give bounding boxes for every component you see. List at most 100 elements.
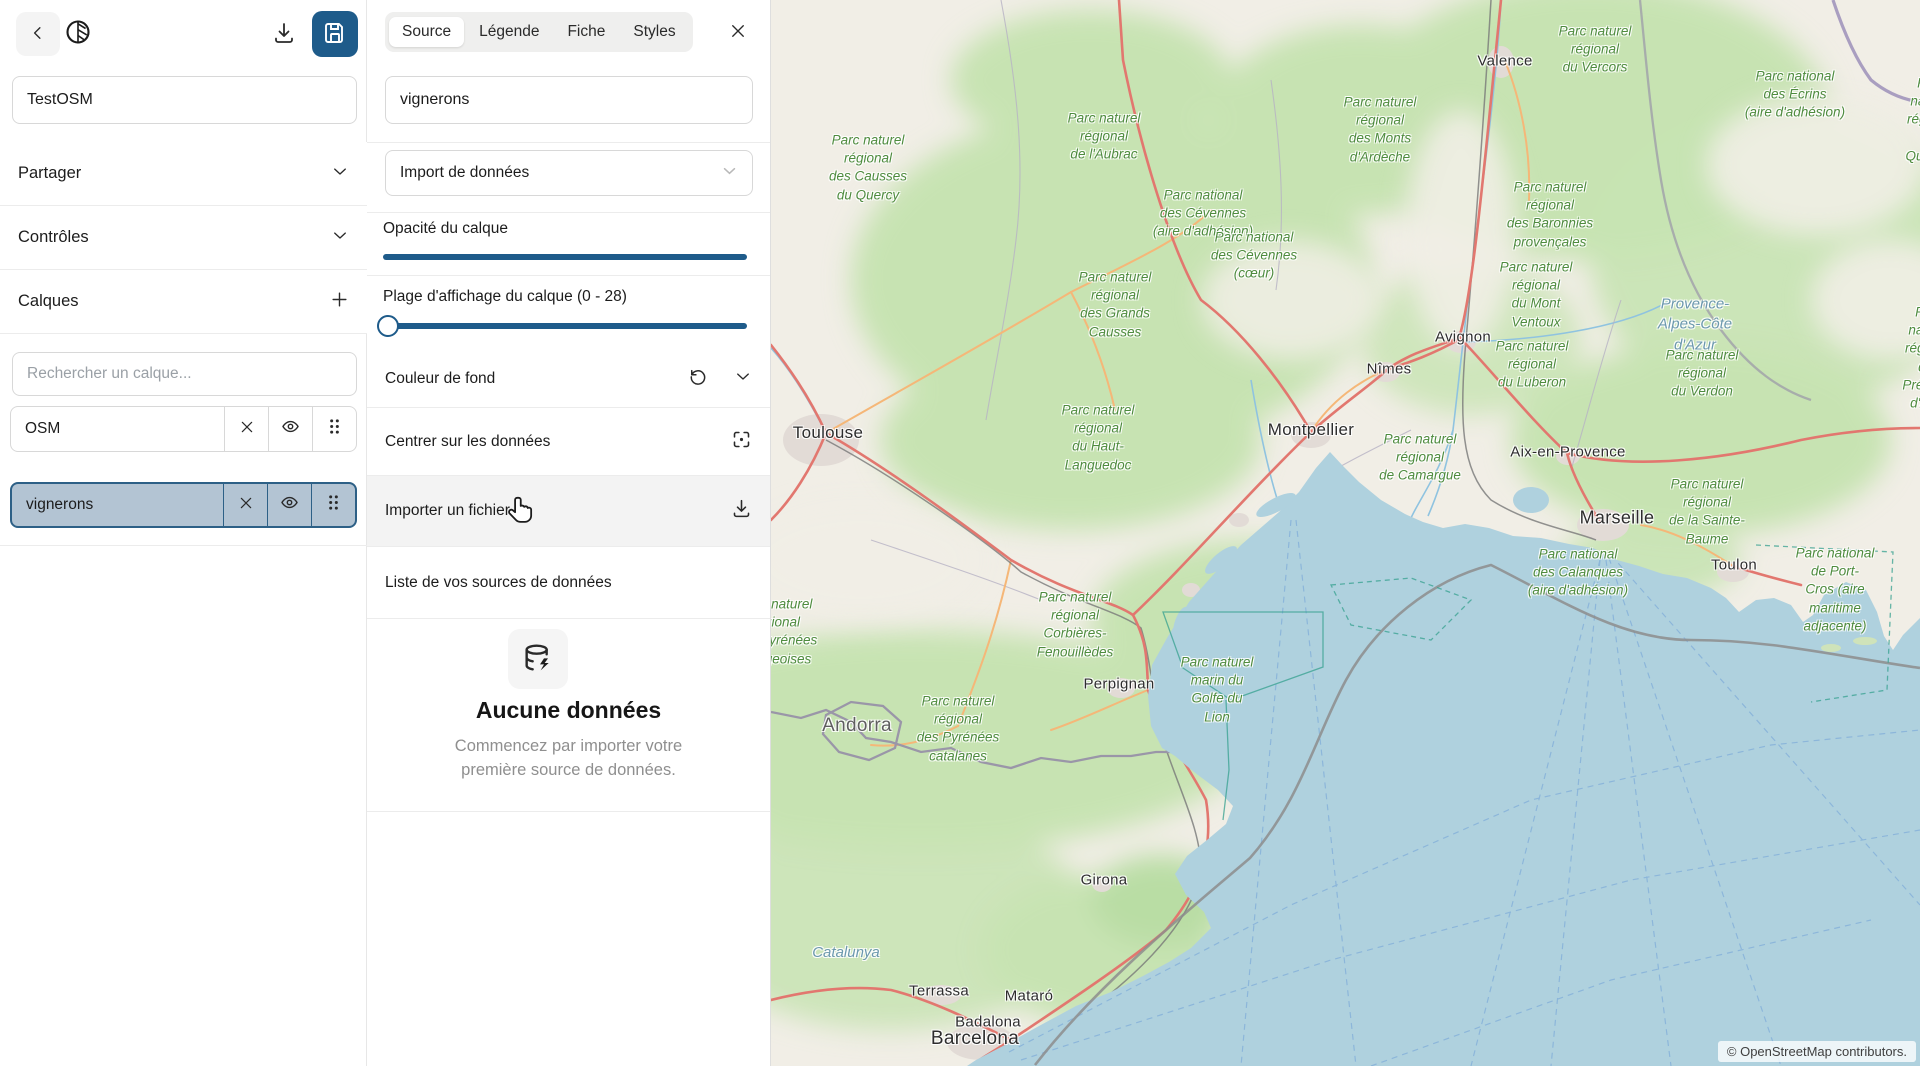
download-icon	[731, 498, 752, 524]
layer-name: OSM	[11, 407, 224, 451]
center-on-data-row[interactable]: Centrer sur les données	[367, 408, 770, 476]
import-file-row[interactable]: Importer un fichier	[367, 476, 770, 547]
divider	[0, 545, 367, 546]
tab-source[interactable]: Source	[389, 17, 464, 47]
park-label-parc-naturel-r-gional-de-camargue: Parc naturel régional de Camargue	[1379, 431, 1461, 486]
eye-icon	[281, 417, 300, 441]
park-label-parc-naturel-r-gional-des-pyr-n-es-ari-geoises: Parc naturel régional des Pyrénées Ariég…	[771, 596, 817, 669]
save-button[interactable]	[312, 11, 358, 57]
park-label-parc-naturel-r-gional-des-pr-alpes-d-azur: Parc naturel régional des Préalpes d'Azu…	[1902, 303, 1920, 412]
back-button[interactable]	[16, 12, 60, 56]
zoom-range-slider-label: Plage d'affichage du calque (0 - 28)	[383, 288, 627, 306]
toggle-visibility-button[interactable]	[267, 484, 311, 526]
tab-styles[interactable]: Styles	[620, 17, 688, 47]
park-label-parc-naturel-r-gional-des-pyr-n-es-catalanes: Parc naturel régional des Pyrénées catal…	[917, 693, 1000, 766]
park-label-parc-naturel-r-gional-du-mont-ventoux: Parc naturel régional du Mont Ventoux	[1500, 259, 1573, 332]
close-icon	[729, 22, 747, 43]
map-labels-layer: Valence Toulouse Montpellier Nîmes Avignon Ai…	[771, 0, 1920, 1066]
empty-state-subtitle: Commencez par importer votre première so…	[367, 735, 770, 783]
sidebar-item-calques[interactable]: Calques	[0, 270, 367, 334]
chevron-down-icon	[331, 226, 349, 249]
park-label-parc-naturel-r-gional-des-monts-d-ard-che: Parc naturel régional des Monts d'Ardèch…	[1344, 94, 1417, 167]
city-label-marseille: Marseille	[1580, 508, 1655, 529]
center-on-data-label: Centrer sur les données	[385, 433, 731, 451]
tab-legende[interactable]: Légende	[466, 17, 552, 47]
close-icon	[238, 495, 254, 516]
drag-handle[interactable]	[312, 407, 356, 451]
layer-row-osm[interactable]: OSM	[10, 406, 357, 452]
zoom-range-slider-track[interactable]	[383, 323, 747, 329]
source-type-select[interactable]: Import de données	[385, 150, 753, 196]
park-label-parc-naturel-marin-du-golfe-du-lion: Parc naturel marin du Golfe du Lion	[1181, 654, 1254, 727]
contrast-theme-icon[interactable]	[64, 18, 96, 50]
park-label-parc-naturel-r-gional-des-grands-causses: Parc naturel régional des Grands Causses	[1079, 269, 1152, 342]
divider	[367, 212, 770, 213]
park-label-parc-national-des-calanques-aire-d-adh-sion-: Parc national des Calanques (aire d'adhé…	[1528, 546, 1628, 601]
reset-icon[interactable]	[688, 366, 708, 391]
data-sources-list-row[interactable]: Liste de vos sources de données	[367, 547, 770, 619]
layer-settings-panel: Source Légende Fiche Styles Import de do…	[367, 0, 771, 1066]
toggle-visibility-button[interactable]	[268, 407, 312, 451]
city-label-avignon: Avignon	[1435, 329, 1491, 346]
background-color-row[interactable]: Couleur de fond	[367, 350, 770, 408]
layer-name: vignerons	[12, 484, 223, 526]
eye-icon	[280, 493, 299, 517]
park-label-parc-naturel-r-gional-de-la-sainte-baume: Parc naturel régional de la Sainte- Baum…	[1669, 476, 1745, 549]
empty-state-title: Aucune données	[367, 697, 770, 724]
divider	[367, 275, 770, 276]
park-label-parc-naturel-r-gional-corbi-res-fenouill-des: Parc naturel régional Corbières- Fenouil…	[1037, 589, 1114, 662]
city-label-toulouse: Toulouse	[793, 423, 863, 443]
city-label-toulon: Toulon	[1711, 557, 1757, 574]
mouse-cursor-hand-icon	[505, 495, 537, 531]
map-editor-app: Partager Contrôles Calques OSM	[0, 0, 1920, 1066]
chevron-down-icon[interactable]	[734, 367, 752, 390]
city-label-matar-: Mataró	[1005, 988, 1054, 1005]
park-label-parc-naturel-r-gional-du-haut-languedoc: Parc naturel régional du Haut- Languedoc	[1062, 402, 1135, 475]
opacity-slider-label: Opacité du calque	[383, 220, 508, 238]
drag-handle[interactable]	[311, 484, 355, 526]
tab-fiche[interactable]: Fiche	[554, 17, 618, 47]
section-label: Contrôles	[18, 228, 89, 247]
opacity-slider-track[interactable]	[383, 254, 747, 260]
park-label-parc-naturel-r-gional-des-baronnies-proven-ales: Parc naturel régional des Baronnies prov…	[1507, 179, 1593, 252]
map-attribution: © OpenStreetMap contributors.	[1718, 1041, 1916, 1062]
region-label-catalunya: Catalunya	[812, 943, 880, 963]
plus-icon[interactable]	[330, 290, 349, 314]
section-label: Calques	[18, 292, 79, 311]
city-label-girona: Girona	[1081, 872, 1128, 889]
city-label-montpellier: Montpellier	[1268, 420, 1354, 440]
chevron-down-icon	[331, 162, 349, 185]
park-label-parc-naturel-r-gional-du-vercors: Parc naturel régional du Vercors	[1559, 23, 1632, 78]
section-label: Partager	[18, 164, 81, 183]
grip-dots-icon	[327, 418, 342, 440]
selected-option: Import de données	[400, 164, 721, 182]
city-label-valence: Valence	[1477, 53, 1532, 70]
park-label-parc-national-des-c-vennes-c-ur-: Parc national des Cévennes (cœur)	[1211, 229, 1297, 284]
city-label-n-mes: Nîmes	[1367, 361, 1412, 378]
map-canvas[interactable]: Valence Toulouse Montpellier Nîmes Avignon Ai…	[771, 0, 1920, 1066]
park-label-parc-naturel-r-gional-du-queyras: Parc naturel régional du Queyras	[1905, 74, 1920, 165]
close-panel-button[interactable]	[722, 16, 754, 48]
layer-row-vignerons[interactable]: vignerons	[10, 482, 357, 528]
project-name-input[interactable]	[12, 76, 357, 124]
chevron-down-icon	[721, 162, 738, 184]
sidebar-item-partager[interactable]: Partager	[0, 142, 367, 206]
city-label-terrassa: Terrassa	[909, 983, 969, 1000]
focus-scan-icon	[731, 429, 752, 455]
park-label-parc-naturel-r-gional-du-verdon: Parc naturel régional du Verdon	[1666, 347, 1739, 402]
city-label-andorra: Andorra	[822, 715, 892, 737]
remove-layer-button[interactable]	[223, 484, 267, 526]
layer-name-input[interactable]	[385, 76, 753, 124]
layer-search-input[interactable]	[12, 352, 357, 396]
city-label-aix-en-provence: Aix-en-Provence	[1510, 444, 1625, 461]
park-label-parc-naturel-r-gional-de-l-aubrac: Parc naturel régional de l'Aubrac	[1068, 110, 1141, 165]
remove-layer-button[interactable]	[224, 407, 268, 451]
save-floppy-icon	[323, 21, 347, 48]
export-download-button[interactable]	[265, 14, 303, 54]
zoom-range-handle-min[interactable]	[377, 315, 399, 337]
background-color-label: Couleur de fond	[385, 370, 688, 388]
download-icon	[272, 21, 296, 48]
city-label-perpignan: Perpignan	[1083, 676, 1154, 693]
park-label-parc-national-des-c-vennes-aire-d-adh-sion-: Parc national des Cévennes (aire d'adhés…	[1153, 187, 1253, 242]
sidebar-item-controles[interactable]: Contrôles	[0, 206, 367, 270]
